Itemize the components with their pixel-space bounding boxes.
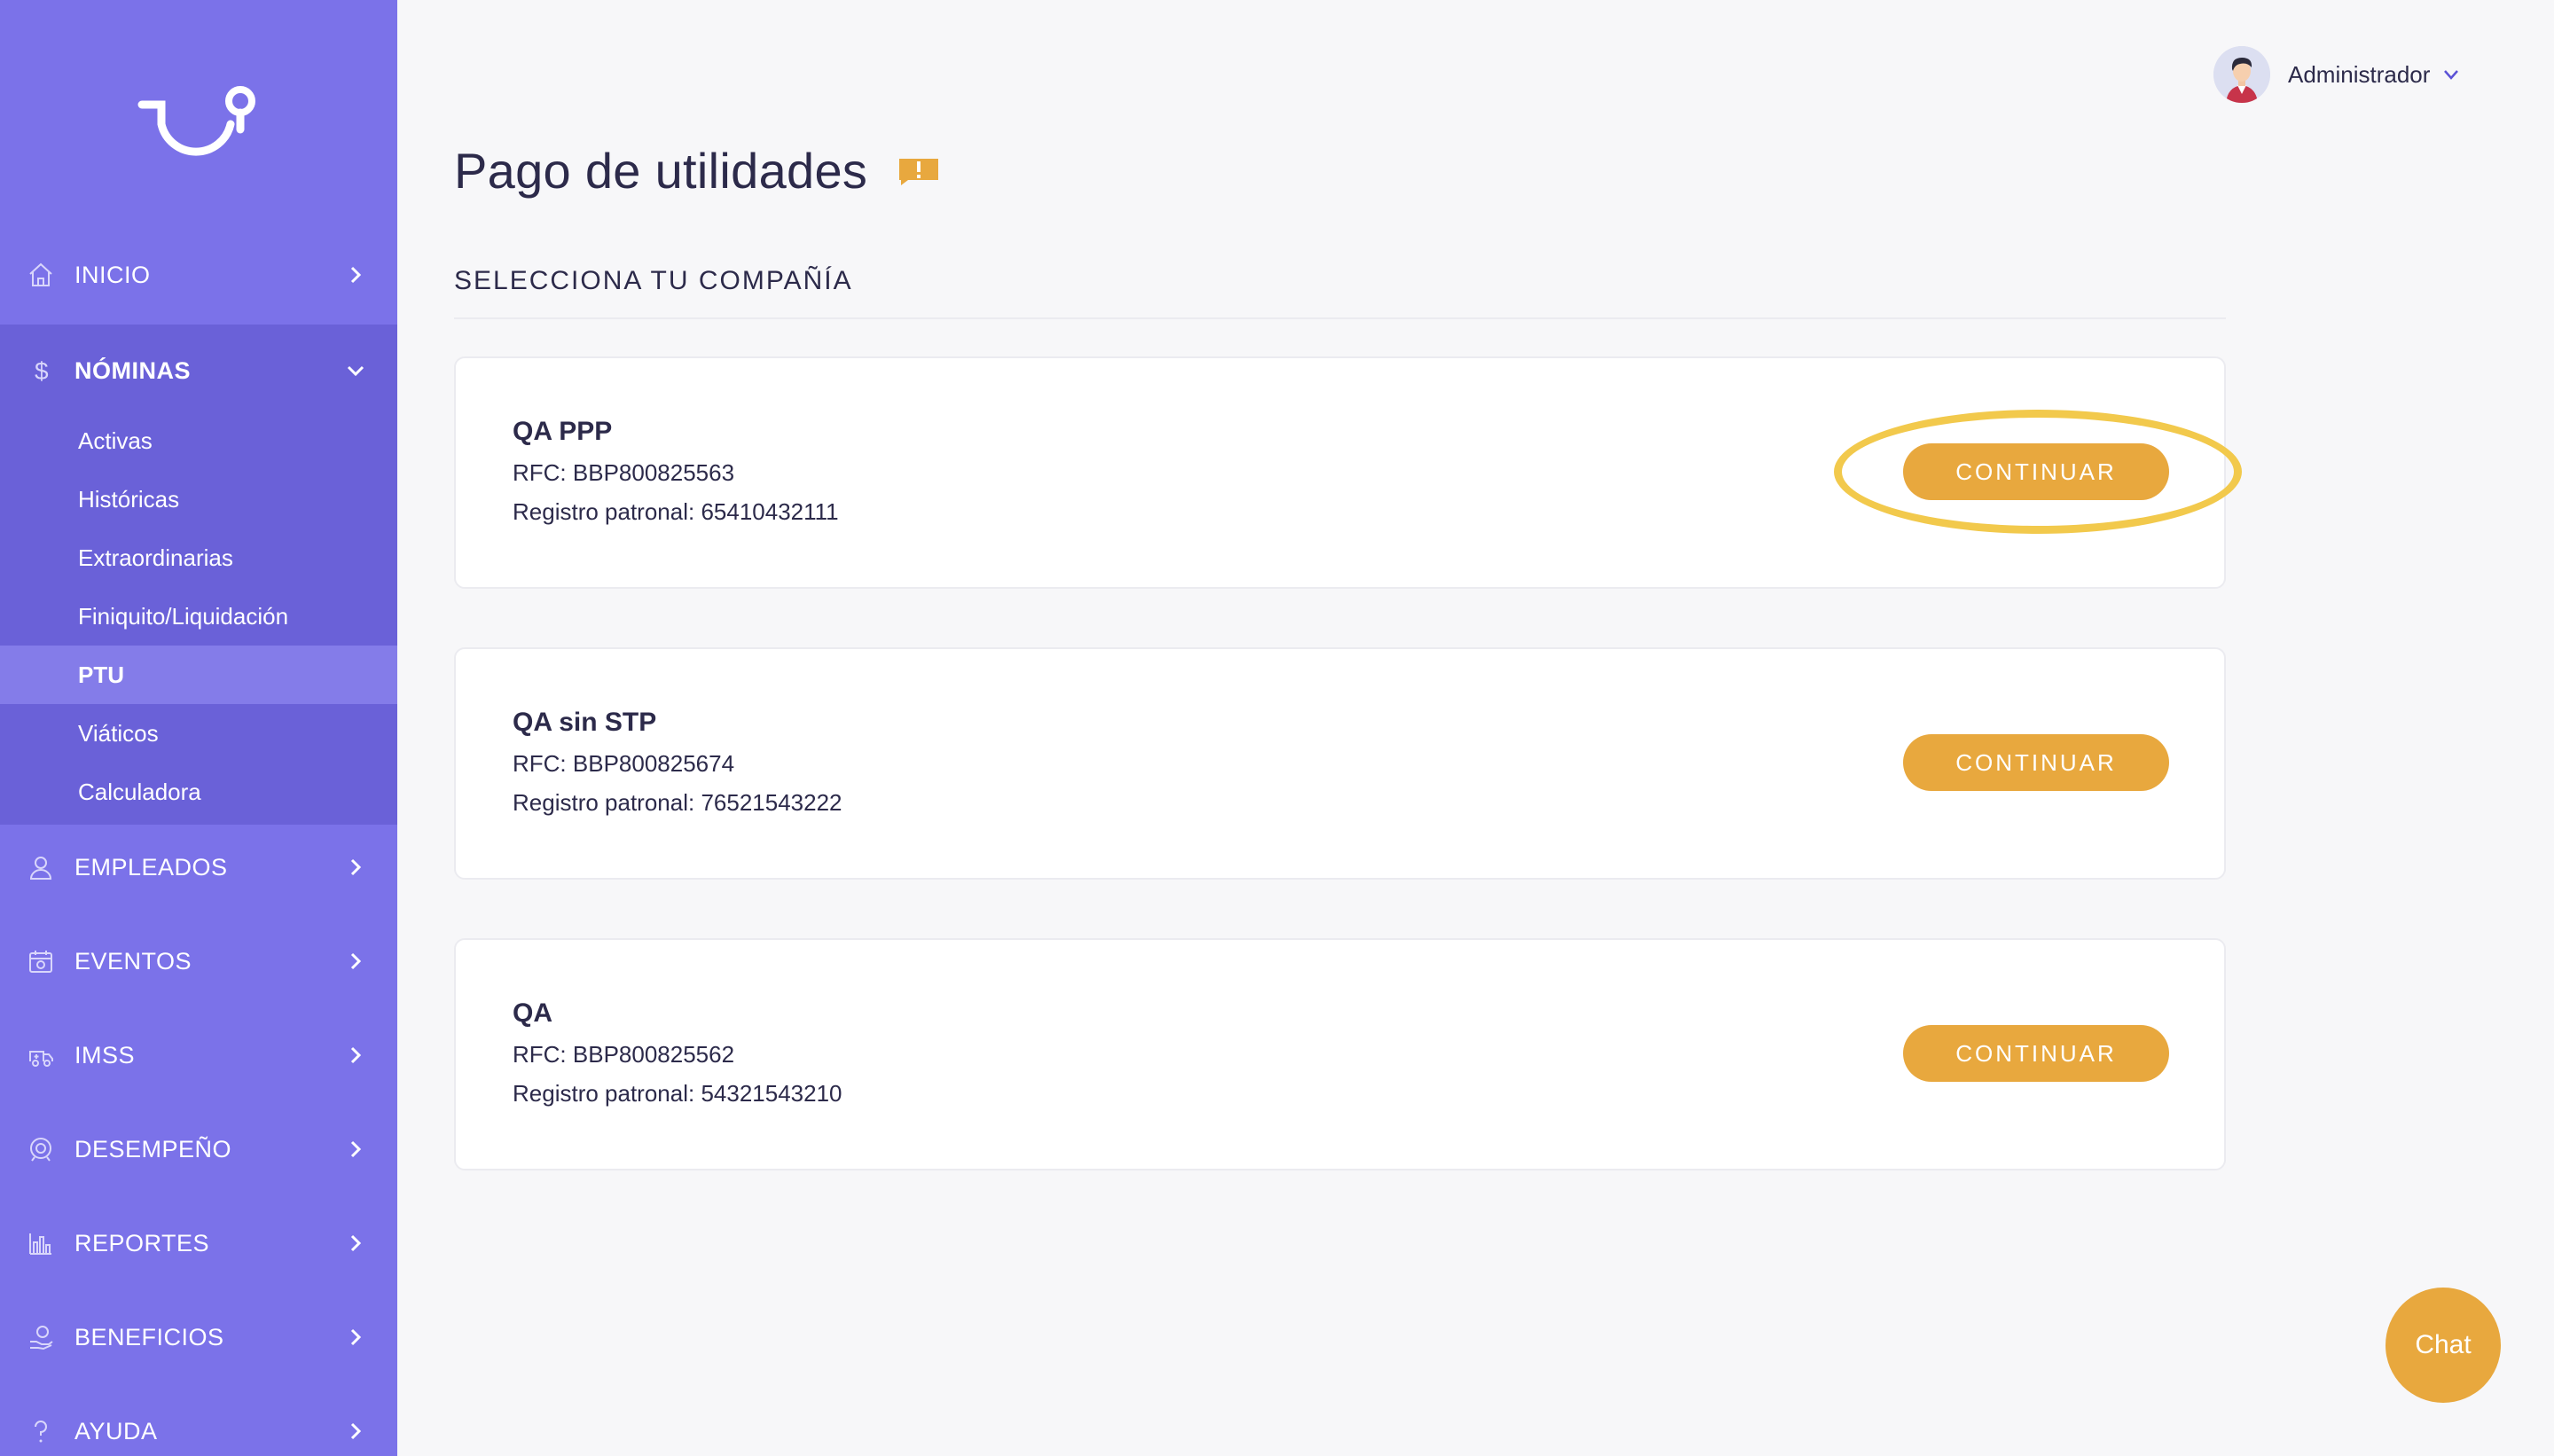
sidebar-item-label: AYUDA	[74, 1417, 158, 1444]
ambulance-icon	[27, 1041, 55, 1069]
performance-icon	[27, 1135, 55, 1163]
sidebar-item-imss[interactable]: IMSS	[0, 1009, 397, 1101]
sidebar-item-label: DESEMPEÑO	[74, 1135, 232, 1162]
user-icon	[27, 853, 55, 881]
submenu-item-historicas[interactable]: Históricas	[0, 470, 397, 528]
chevron-right-icon	[350, 1140, 362, 1158]
sidebar-item-label: NÓMINAS	[74, 356, 191, 384]
section-title: SELECCIONA TU COMPAÑÍA	[454, 266, 853, 295]
company-rfc: RFC: BBP800825674	[513, 750, 735, 777]
submenu-item-calculadora[interactable]: Calculadora	[0, 763, 397, 821]
submenu-item-activas[interactable]: Activas	[0, 411, 397, 470]
chevron-down-icon	[2444, 70, 2459, 80]
svg-text:$: $	[35, 357, 49, 384]
chevron-right-icon	[350, 266, 362, 284]
logo-icon[interactable]	[135, 78, 259, 167]
company-name: QA	[513, 998, 552, 1028]
sidebar-item-desempeno[interactable]: DESEMPEÑO	[0, 1103, 397, 1195]
page-title: Pago de utilidades	[454, 143, 868, 199]
continue-button[interactable]: CONTINUAR	[1903, 443, 2169, 500]
chevron-right-icon	[350, 858, 362, 876]
sidebar-item-label: EVENTOS	[74, 947, 192, 975]
company-registro: Registro patronal: 76521543222	[513, 789, 842, 816]
company-card: QA RFC: BBP800825562 Registro patronal: …	[454, 938, 2226, 1170]
company-card: QA PPP RFC: BBP800825563 Registro patron…	[454, 356, 2242, 589]
home-icon	[27, 261, 55, 289]
bar-chart-icon	[27, 1229, 55, 1257]
sidebar-item-inicio[interactable]: INICIO	[0, 229, 397, 321]
submenu-item-extraordinarias[interactable]: Extraordinarias	[0, 528, 397, 587]
sidebar-item-ayuda[interactable]: AYUDA	[0, 1385, 397, 1456]
sidebar-item-label: INICIO	[74, 261, 151, 288]
benefits-icon	[27, 1323, 55, 1351]
sidebar-item-beneficios[interactable]: BENEFICIOS	[0, 1291, 397, 1383]
company-name: QA sin STP	[513, 708, 657, 737]
alert-icon[interactable]	[896, 155, 942, 187]
submenu-item-finiquito[interactable]: Finiquito/Liquidación	[0, 587, 397, 646]
section-divider	[454, 317, 2226, 319]
chevron-right-icon	[350, 1234, 362, 1252]
submenu-item-ptu[interactable]: PTU	[0, 646, 397, 704]
sidebar-item-label: REPORTES	[74, 1229, 210, 1256]
chevron-down-icon	[347, 365, 364, 377]
sidebar-item-empleados[interactable]: EMPLEADOS	[0, 821, 397, 913]
company-registro: Registro patronal: 54321543210	[513, 1080, 842, 1107]
company-rfc: RFC: BBP800825563	[513, 459, 735, 486]
user-menu[interactable]: Administrador	[2213, 46, 2460, 103]
sidebar-item-eventos[interactable]: EVENTOS	[0, 915, 397, 1007]
company-rfc: RFC: BBP800825562	[513, 1041, 735, 1068]
chevron-right-icon	[350, 952, 362, 970]
chevron-right-icon	[350, 1422, 362, 1440]
sidebar-item-label: BENEFICIOS	[74, 1323, 224, 1350]
company-name: QA PPP	[513, 417, 613, 446]
title-row: Pago de utilidades	[454, 142, 942, 200]
company-registro: Registro patronal: 65410432111	[513, 498, 839, 525]
chevron-right-icon	[350, 1328, 362, 1346]
chat-button[interactable]: Chat	[2386, 1288, 2501, 1403]
continue-button[interactable]: CONTINUAR	[1903, 734, 2169, 791]
sidebar-item-reportes[interactable]: REPORTES	[0, 1197, 397, 1289]
sidebar-item-nominas[interactable]: $ NÓMINAS	[0, 325, 397, 417]
nominas-submenu: Activas Históricas Extraordinarias Finiq…	[0, 411, 397, 825]
calendar-icon	[27, 947, 55, 975]
help-icon	[27, 1417, 55, 1445]
dollar-icon: $	[27, 356, 55, 385]
user-name: Administrador	[2288, 60, 2431, 88]
avatar	[2213, 46, 2270, 103]
sidebar-item-label: EMPLEADOS	[74, 853, 228, 881]
company-card: QA sin STP RFC: BBP800825674 Registro pa…	[454, 647, 2226, 880]
chevron-right-icon	[350, 1046, 362, 1064]
sidebar: INICIO $ NÓMINAS Activas Históricas Extr…	[0, 0, 397, 1456]
sidebar-item-label: IMSS	[74, 1041, 136, 1069]
continue-button[interactable]: CONTINUAR	[1903, 1025, 2169, 1082]
submenu-item-viaticos[interactable]: Viáticos	[0, 704, 397, 763]
